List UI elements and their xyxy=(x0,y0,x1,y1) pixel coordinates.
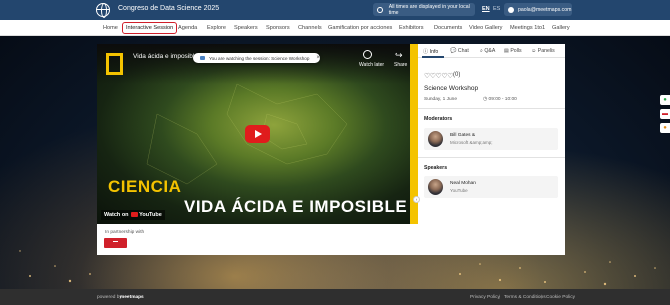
collapse-panel-icon[interactable]: › xyxy=(413,196,420,203)
session-time-text: 09:00 - 10:00 xyxy=(488,97,517,102)
now-watching-toast: You are watching the session: Science Wo… xyxy=(193,53,320,63)
divider xyxy=(418,108,565,109)
toast-text: You are watching the session: xyxy=(209,55,270,61)
watch-later-icon[interactable] xyxy=(363,50,372,59)
avatar xyxy=(428,131,443,147)
tab-panelists-label: Panelis xyxy=(537,48,555,54)
notification-icon[interactable]: ● xyxy=(660,123,670,133)
session-date: Sunday, 1 June xyxy=(424,97,457,102)
user-menu-button[interactable]: paola@meetmaps.com xyxy=(504,3,572,16)
nav-meetings[interactable]: Meetings 1to1 xyxy=(510,25,545,31)
speakers-heading: Speakers xyxy=(424,165,448,171)
watch-later-button[interactable]: Watch later xyxy=(359,62,384,68)
language-en[interactable]: EN xyxy=(482,6,490,12)
divider xyxy=(418,157,565,158)
clock-icon xyxy=(377,6,383,13)
rating-count: (0) xyxy=(453,72,461,78)
tab-info-label: Info xyxy=(429,49,439,55)
powered-by-label: powered by xyxy=(97,295,122,300)
footer-separator: | xyxy=(499,294,501,300)
moderator-card[interactable]: Bill Gates & Microsoft &amp;amp; xyxy=(424,128,558,150)
watch-on-label: Watch on xyxy=(104,212,129,218)
nav-explore[interactable]: Explore xyxy=(207,25,226,31)
moderator-name: Bill Gates & xyxy=(450,133,476,138)
timezone-text: All times are displayed in your local ti… xyxy=(388,3,470,16)
nav-speakers[interactable]: Speakers xyxy=(234,25,258,31)
tab-polls[interactable]: ▤ Polls xyxy=(504,48,522,54)
play-button[interactable] xyxy=(245,125,270,143)
tab-polls-label: Polls xyxy=(510,48,522,54)
nav-channels[interactable]: Channels xyxy=(298,25,322,31)
session-time: ◷ 09:00 - 10:00 xyxy=(483,97,517,102)
moderator-org: Microsoft &amp;amp; xyxy=(450,140,493,145)
nav-gamification[interactable]: Gamification por acciones xyxy=(328,25,392,31)
nav-gallery[interactable]: Gallery xyxy=(552,25,570,31)
video-camera-icon xyxy=(200,56,205,60)
partnership-label: In partnership with xyxy=(105,230,145,235)
toast-session: Science Workshop xyxy=(271,55,310,61)
terms-link[interactable]: Terms & Conditions xyxy=(504,295,546,300)
video-player[interactable]: Vida ácida e imposible | N... Watch late… xyxy=(97,44,418,224)
speaker-card[interactable]: Neal Mohan YouTube xyxy=(424,176,558,198)
partner-logo[interactable] xyxy=(104,238,127,248)
partner-side-icon[interactable]: ▬ xyxy=(660,109,670,119)
footer: powered by meetmaps Privacy Policy | Ter… xyxy=(0,289,670,305)
speaker-name: Neal Mohan xyxy=(450,181,476,186)
tab-qa-label: Q&A xyxy=(484,48,496,54)
user-icon xyxy=(508,6,514,13)
user-email: paola@meetmaps.com xyxy=(518,6,572,13)
tab-chat[interactable]: 💬 Chat xyxy=(450,48,469,54)
share-button[interactable]: Share xyxy=(394,62,407,68)
session-title: Science Workshop xyxy=(424,85,479,92)
globe-icon[interactable] xyxy=(96,3,110,18)
tab-info[interactable]: ⓘ Info xyxy=(423,48,438,55)
nav-home[interactable]: Home xyxy=(103,25,118,31)
nav-sponsors[interactable]: Sponsors xyxy=(266,25,290,31)
language-es[interactable]: ES xyxy=(493,6,500,12)
speaker-org: YouTube xyxy=(450,188,468,193)
meetmaps-logo[interactable]: meetmaps xyxy=(120,295,144,300)
avatar xyxy=(428,179,443,195)
chat-bubble-icon[interactable]: ● xyxy=(660,95,670,105)
partnership-section: In partnership with xyxy=(97,224,418,255)
footer-separator: | xyxy=(541,294,543,300)
tab-chat-label: Chat xyxy=(457,48,469,54)
close-icon[interactable]: × xyxy=(316,55,320,61)
tab-qa[interactable]: ⌕ Q&A xyxy=(480,48,495,55)
active-tab-indicator xyxy=(422,56,444,58)
overlay-title-line2: VIDA ÁCIDA E IMPOSIBLE xyxy=(184,197,408,216)
cookie-policy-link[interactable]: Cookie Policy xyxy=(546,295,575,300)
share-icon[interactable]: ↪ xyxy=(395,50,403,61)
youtube-icon xyxy=(131,212,139,218)
session-side-panel: ⓘ Info 💬 Chat ⌕ Q&A ▤ Polls ☺ Panelis ♡♡… xyxy=(418,44,565,255)
watch-on-youtube-link[interactable]: Watch on YouTube xyxy=(101,210,165,220)
nav-interactive-session[interactable]: Interactive Session xyxy=(122,21,178,34)
tab-panelists[interactable]: ☺ Panelis xyxy=(531,48,555,54)
top-header: Congreso de Data Science 2025 All times … xyxy=(0,0,670,20)
rating-stars[interactable]: ♡♡♡♡♡ xyxy=(424,72,453,80)
nav-video-gallery[interactable]: Video Gallery xyxy=(469,25,502,31)
main-nav: Home Interactive Session Agenda Explore … xyxy=(0,20,670,36)
app-title: Congreso de Data Science 2025 xyxy=(118,5,220,12)
nav-exhibitors[interactable]: Exhibitors xyxy=(399,25,424,31)
moderators-heading: Moderators xyxy=(424,116,453,122)
timezone-notice: All times are displayed in your local ti… xyxy=(373,3,475,16)
nav-documents[interactable]: Documents xyxy=(434,25,462,31)
overlay-title-line1: CIENCIA xyxy=(108,177,182,196)
nav-agenda[interactable]: Agenda xyxy=(178,25,197,31)
panel-tabs: ⓘ Info 💬 Chat ⌕ Q&A ▤ Polls ☺ Panelis xyxy=(418,44,565,58)
youtube-label: YouTube xyxy=(139,212,162,218)
privacy-policy-link[interactable]: Privacy Policy xyxy=(470,295,500,300)
natgeo-logo xyxy=(106,53,123,75)
